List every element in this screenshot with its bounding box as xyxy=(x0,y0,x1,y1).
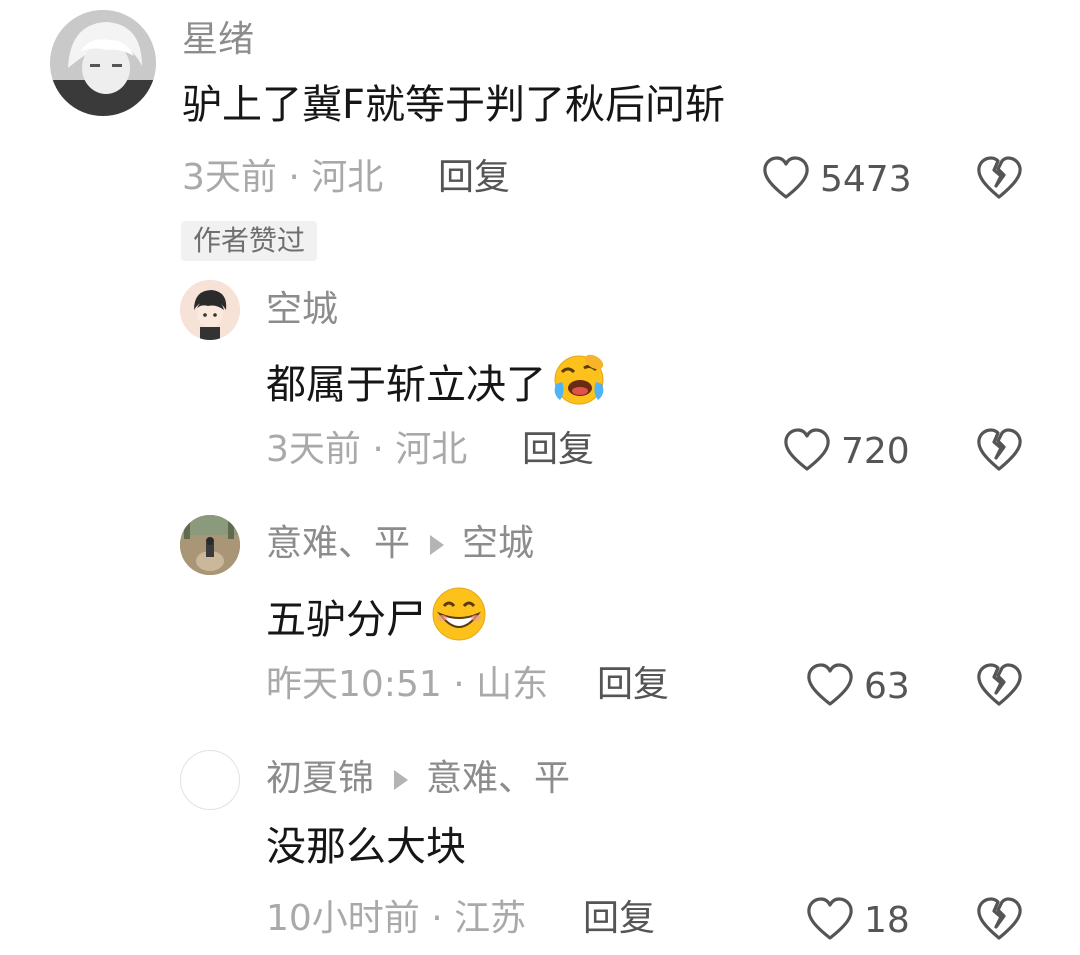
like-button[interactable]: 5473 xyxy=(762,156,912,204)
dislike-button[interactable] xyxy=(976,897,1022,945)
comment-time-location: 3天前 · 河北 xyxy=(266,429,468,470)
comment-author[interactable]: 意难、平 xyxy=(266,523,410,564)
like-button[interactable]: 720 xyxy=(783,428,910,476)
avatar[interactable] xyxy=(180,750,240,810)
avatar[interactable] xyxy=(180,515,240,575)
avatar-image xyxy=(180,280,240,340)
dislike-button[interactable] xyxy=(976,156,1022,204)
avatar[interactable] xyxy=(180,280,240,340)
comment-author-row: 初夏锦 意难、平 xyxy=(266,757,570,801)
like-count: 720 xyxy=(841,431,910,472)
reply-button[interactable]: 回复 xyxy=(438,156,510,200)
avatar-image xyxy=(50,10,156,116)
reply-button[interactable]: 回复 xyxy=(522,428,594,472)
comment-time-location: 3天前 · 河北 xyxy=(182,157,384,198)
reply-to-author[interactable]: 意难、平 xyxy=(426,758,570,799)
grinning-emoji xyxy=(430,586,488,654)
reply-button[interactable]: 回复 xyxy=(583,897,655,941)
reply-button[interactable]: 回复 xyxy=(597,663,669,707)
like-button[interactable]: 63 xyxy=(806,663,910,711)
avatar-image xyxy=(180,515,240,575)
heart-outline-icon xyxy=(806,897,854,945)
dislike-button[interactable] xyxy=(976,428,1022,476)
avatar[interactable] xyxy=(50,10,156,116)
like-count: 63 xyxy=(864,666,910,707)
like-button[interactable]: 18 xyxy=(806,897,910,945)
like-count: 18 xyxy=(864,900,910,941)
laughing-crying-emoji xyxy=(550,352,608,418)
comment-time-location: 昨天10:51 · 山东 xyxy=(266,664,549,705)
comment-author[interactable]: 空城 xyxy=(266,288,338,332)
comment-text: 五驴分尸 xyxy=(266,597,426,643)
comment-text: 都属于斩立决了 xyxy=(266,362,546,408)
comment-text-row: 五驴分尸 xyxy=(266,586,488,654)
reply-to-author[interactable]: 空城 xyxy=(462,523,534,564)
broken-heart-icon xyxy=(976,156,1022,204)
comment-text: 驴上了冀F就等于判了秋后问斩 xyxy=(182,82,726,128)
comment-author[interactable]: 星绪 xyxy=(182,18,254,62)
triangle-right-icon xyxy=(430,535,445,555)
comment-text-row: 都属于斩立决了 xyxy=(266,352,608,418)
broken-heart-icon xyxy=(976,663,1022,711)
comment-author[interactable]: 初夏锦 xyxy=(266,758,374,799)
dislike-button[interactable] xyxy=(976,663,1022,711)
heart-outline-icon xyxy=(783,428,831,476)
author-liked-badge: 作者赞过 xyxy=(181,221,318,261)
broken-heart-icon xyxy=(976,897,1022,945)
comment-author-row: 意难、平 空城 xyxy=(266,522,534,566)
comment-text: 没那么大块 xyxy=(266,824,466,870)
broken-heart-icon xyxy=(976,428,1022,476)
heart-outline-icon xyxy=(806,663,854,711)
heart-outline-icon xyxy=(762,156,810,204)
comment-time-location: 10小时前 · 江苏 xyxy=(266,898,527,939)
triangle-right-icon xyxy=(394,770,409,790)
like-count: 5473 xyxy=(820,159,912,200)
